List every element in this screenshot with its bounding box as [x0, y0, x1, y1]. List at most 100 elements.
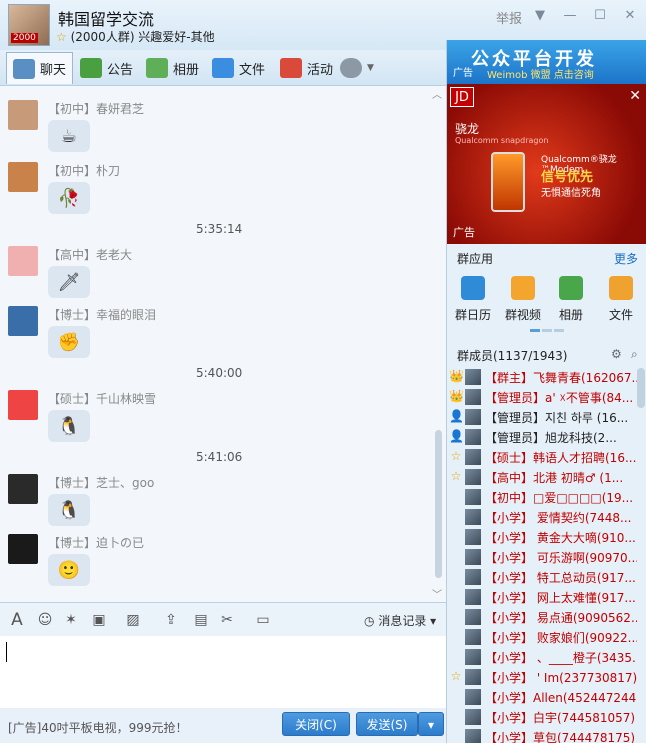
sender-name[interactable]: 【博士】芝士、goo	[48, 474, 154, 491]
sender-avatar[interactable]	[8, 162, 38, 192]
sender-avatar[interactable]	[8, 390, 38, 420]
more-apps-link[interactable]: 更多	[614, 250, 638, 267]
sender-avatar[interactable]	[8, 474, 38, 504]
scroll-down-icon[interactable]: ﹀	[432, 586, 442, 601]
member-row[interactable]: 【小学】 爱情契约(7448...	[447, 507, 637, 527]
maximize-icon[interactable]: ☐	[590, 6, 610, 26]
member-row[interactable]: 👑 【群主】飞舞青春(162067...	[447, 367, 637, 387]
member-row[interactable]: 👑 【管理员】a' ☓不管事(84...	[447, 387, 637, 407]
gift-icon[interactable]: ▣	[90, 612, 108, 628]
chat-message: 【博士】幸福的眼泪 ✊	[8, 306, 428, 362]
chat-message: 【硕士】千山林映雪 🐧	[8, 390, 428, 446]
send-button[interactable]: 发送(S)	[356, 712, 418, 736]
tab-announcement[interactable]: 公告	[74, 52, 139, 84]
chat-scrollbar[interactable]: ︿ ﹀	[432, 86, 444, 602]
member-settings-icon[interactable]: ⚙	[611, 347, 622, 361]
banner-ad-label: 广告	[453, 68, 473, 79]
member-row[interactable]: 【初中】□爱□□□□(19...	[447, 487, 637, 507]
group-title: 韩国留学交流	[58, 10, 155, 29]
ad-link[interactable]: [广告]40吋平板电视，999元抢！	[8, 719, 188, 736]
member-name: 【高中】北港 初晴♂ (1...	[485, 471, 624, 485]
member-row[interactable]: 【小学】白宇(744581057)	[447, 707, 637, 727]
image-icon[interactable]: ▨	[124, 612, 142, 628]
member-row[interactable]: 【小学】 、____橙子(3435...	[447, 647, 637, 667]
sender-avatar[interactable]	[8, 100, 38, 130]
group-subtitle: ☆ (2000人群) 兴趣爱好-其他	[56, 28, 215, 45]
file-icon	[609, 276, 633, 300]
send-options-dropdown[interactable]: ▾	[418, 712, 444, 736]
member-row[interactable]: 👤 【管理员】旭龙科技(2...	[447, 427, 637, 447]
message-input[interactable]	[0, 636, 446, 708]
member-row[interactable]: ☆ 【高中】北港 初晴♂ (1...	[447, 467, 637, 487]
member-row[interactable]: 【小学】 易点通(9090562...	[447, 607, 637, 627]
report-link[interactable]: 举报	[496, 8, 522, 27]
member-badge-icon: ☆	[450, 449, 462, 463]
ad-close-icon[interactable]: ✕	[629, 88, 641, 104]
sender-name[interactable]: 【硕士】千山林映雪	[48, 390, 156, 407]
emoji-bubble: 🙂	[48, 554, 90, 586]
emoji-bubble: 🥀	[48, 182, 90, 214]
member-row[interactable]: 【小学】 败家娘们(90922...	[447, 627, 637, 647]
tab-files-label: 文件	[239, 62, 266, 78]
member-badge-icon	[449, 609, 463, 623]
app-video[interactable]: 群视频	[501, 276, 545, 323]
member-row[interactable]: 【小学】 可乐游啊(90970...	[447, 547, 637, 567]
member-avatar	[465, 469, 481, 485]
sender-avatar[interactable]	[8, 306, 38, 336]
member-row[interactable]: 【小学】草包(744478175)	[447, 727, 637, 743]
member-row[interactable]: 【小学】 特工总动员(917...	[447, 567, 637, 587]
close-button[interactable]: 关闭(C)	[282, 712, 350, 736]
settings-menu[interactable]: ▼	[334, 52, 380, 84]
banner-ad[interactable]: 公众平台开发 Weimob 微盟 点击咨询 广告	[447, 40, 646, 84]
chat-history[interactable]: 【初中】春妍君芝 ☕ 【初中】朴刀 🥀 5:35:14 【高中】老老大 🗡 【博士】幸福的眼泪…	[0, 86, 446, 602]
group-avatar-label: 2000	[11, 33, 38, 43]
member-row[interactable]: ☆ 【硕士】韩语人才招聘(16...	[447, 447, 637, 467]
member-search-icon[interactable]: ⌕	[631, 347, 638, 362]
sender-name[interactable]: 【博士】迫卜の已	[48, 534, 144, 551]
message-record-button[interactable]: ◷ 消息记录 ▾	[364, 612, 436, 629]
tab-chat[interactable]: 聊天	[6, 52, 74, 84]
sender-name[interactable]: 【初中】春妍君芝	[48, 100, 144, 117]
member-avatar	[465, 609, 481, 625]
tab-files[interactable]: 文件	[206, 52, 271, 84]
close-icon[interactable]: ✕	[620, 6, 640, 26]
sender-avatar[interactable]	[8, 246, 38, 276]
upload-icon[interactable]: ⇪	[162, 612, 180, 628]
product-ad[interactable]: JD ✕ 骁龙 Qualcomm snapdragon Qualcomm®骁龙™…	[447, 84, 646, 244]
dropdown-icon[interactable]: ▼	[530, 6, 550, 26]
font-icon[interactable]: A	[8, 612, 26, 629]
scissors-icon[interactable]: ✂	[218, 612, 236, 628]
present-icon[interactable]: ▤	[192, 612, 210, 628]
emoji-bubble: ☕	[48, 120, 90, 152]
banner-subtitle: Weimob 微盟 点击咨询	[487, 70, 594, 81]
member-row[interactable]: ☆ 【小学】 ' Im(237730817)	[447, 667, 637, 687]
group-apps-title: 群应用	[457, 252, 494, 266]
tab-album[interactable]: 相册	[140, 52, 205, 84]
sender-name[interactable]: 【博士】幸福的眼泪	[48, 306, 156, 323]
scroll-up-icon[interactable]: ︿	[432, 86, 442, 101]
app-album[interactable]: 相册	[549, 276, 593, 323]
member-name: 【管理员】지친 하루 (16...	[485, 411, 629, 425]
sender-name[interactable]: 【初中】朴刀	[48, 162, 120, 179]
app-calendar[interactable]: 群日历	[451, 276, 495, 323]
tab-activity[interactable]: 活动	[274, 52, 339, 84]
member-avatar	[465, 509, 481, 525]
screen-icon[interactable]: ▭	[254, 612, 272, 628]
member-avatar	[465, 589, 481, 605]
sender-avatar[interactable]	[8, 534, 38, 564]
member-row[interactable]: 【小学】 网上太难懂(917...	[447, 587, 637, 607]
chat-message: 【高中】老老大 🗡	[8, 246, 428, 302]
sender-name[interactable]: 【高中】老老大	[48, 246, 132, 263]
scroll-thumb[interactable]	[435, 430, 442, 578]
shake-icon[interactable]: ✶	[62, 612, 80, 628]
group-avatar[interactable]: 2000	[8, 4, 50, 46]
member-row[interactable]: 【小学】Allen(452447244)	[447, 687, 637, 707]
emoji-icon[interactable]: ☺	[36, 612, 54, 628]
album-icon	[559, 276, 583, 300]
app-files[interactable]: 文件	[599, 276, 643, 323]
minimize-icon[interactable]: —	[560, 6, 580, 26]
members-scrollbar[interactable]	[637, 368, 645, 408]
member-row[interactable]: 【小学】 黄金大大嘀(910...	[447, 527, 637, 547]
chat-message: 【初中】春妍君芝 ☕	[8, 100, 428, 156]
member-row[interactable]: 👤 【管理员】지친 하루 (16...	[447, 407, 637, 427]
